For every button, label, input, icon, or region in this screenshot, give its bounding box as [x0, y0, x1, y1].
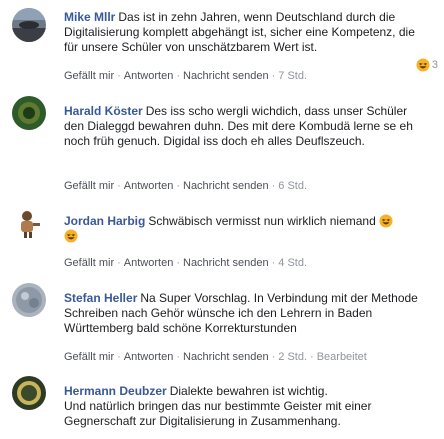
comment-text-line2: Und natürlich bringen das nur bestimmte …	[64, 399, 372, 428]
comment-body: Jordan Harbig Schwäbisch vermisst nun wir…	[64, 214, 430, 244]
comment-body: Stefan Heller Na Super Vorschlag. In Verb…	[64, 291, 430, 336]
reaction-count[interactable]: 3	[416, 58, 438, 72]
avatar[interactable]	[12, 8, 46, 42]
comment-actions: Gefällt mir · Antworten · Nachricht senden · 4…	[64, 257, 307, 269]
reply-link[interactable]: Antworten	[124, 70, 174, 82]
send-message-link[interactable]: Nachricht senden	[183, 70, 269, 82]
comment-body: Mike Mllr Das ist in zehn Jahren, wenn De…	[64, 10, 430, 55]
laughing-emoji-icon	[64, 229, 78, 243]
comment-text: Das ist in zehn Jahren, wenn Deutschland…	[64, 10, 415, 54]
separator: ·	[271, 70, 276, 82]
author-name[interactable]: Stefan Heller	[64, 291, 137, 305]
comment-text: Schwäbisch vermisst nun wirklich niemand	[148, 214, 376, 228]
author-name[interactable]: Harald Köster	[64, 104, 143, 118]
separator: ·	[117, 70, 121, 82]
timestamp[interactable]: 7 Std.	[278, 70, 307, 82]
comment-actions: Gefällt mir · Antworten · Nachricht senden · 6…	[64, 180, 307, 192]
separator: ·	[271, 180, 276, 192]
timestamp[interactable]: 2 Std.	[278, 351, 307, 363]
comment-actions: Gefällt mir · Antworten · Nachricht senden · 2…	[64, 351, 367, 363]
separator: ·	[271, 351, 276, 363]
author-name[interactable]: Hermann Deubzer	[64, 384, 167, 398]
separator: ·	[117, 180, 121, 192]
separator: ·	[117, 257, 121, 269]
like-link[interactable]: Gefällt mir	[64, 257, 114, 269]
laughing-emoji-icon	[416, 58, 430, 72]
separator: ·	[271, 257, 276, 269]
reaction-count-label: 3	[431, 59, 438, 71]
separator: ·	[176, 351, 180, 363]
separator: ·	[117, 351, 121, 363]
send-message-link[interactable]: Nachricht senden	[183, 180, 269, 192]
reply-link[interactable]: Antworten	[124, 257, 174, 269]
comment-body: Harald Köster Des iss scho wergli wichdic…	[64, 104, 430, 149]
send-message-link[interactable]: Nachricht senden	[183, 351, 269, 363]
like-link[interactable]: Gefällt mir	[64, 180, 114, 192]
separator: ·	[176, 70, 180, 82]
reply-link[interactable]: Antworten	[124, 351, 174, 363]
like-link[interactable]: Gefällt mir	[64, 351, 114, 363]
avatar[interactable]	[12, 96, 46, 130]
separator: ·	[310, 351, 314, 363]
author-name[interactable]: Mike Mllr	[64, 10, 115, 24]
laughing-emoji-icon	[379, 214, 393, 228]
separator: ·	[176, 180, 180, 192]
comment-text: Dialekte bewahren ist wichtig.	[169, 384, 328, 398]
avatar[interactable]	[12, 283, 46, 317]
avatar[interactable]	[12, 376, 46, 410]
send-message-link[interactable]: Nachricht senden	[183, 257, 269, 269]
comment-actions: Gefällt mir · Antworten · Nachricht senden · 7…	[64, 70, 307, 82]
timestamp[interactable]: 6 Std.	[278, 180, 307, 192]
edited-label[interactable]: Bearbeitet	[317, 351, 367, 363]
reply-link[interactable]: Antworten	[124, 180, 174, 192]
like-link[interactable]: Gefällt mir	[64, 70, 114, 82]
timestamp[interactable]: 4 Std.	[278, 257, 307, 269]
avatar[interactable]	[12, 206, 46, 240]
author-name[interactable]: Jordan Harbig	[64, 214, 145, 228]
comment-body: Hermann Deubzer Dialekte bewahren ist wic…	[64, 384, 430, 429]
separator: ·	[176, 257, 180, 269]
